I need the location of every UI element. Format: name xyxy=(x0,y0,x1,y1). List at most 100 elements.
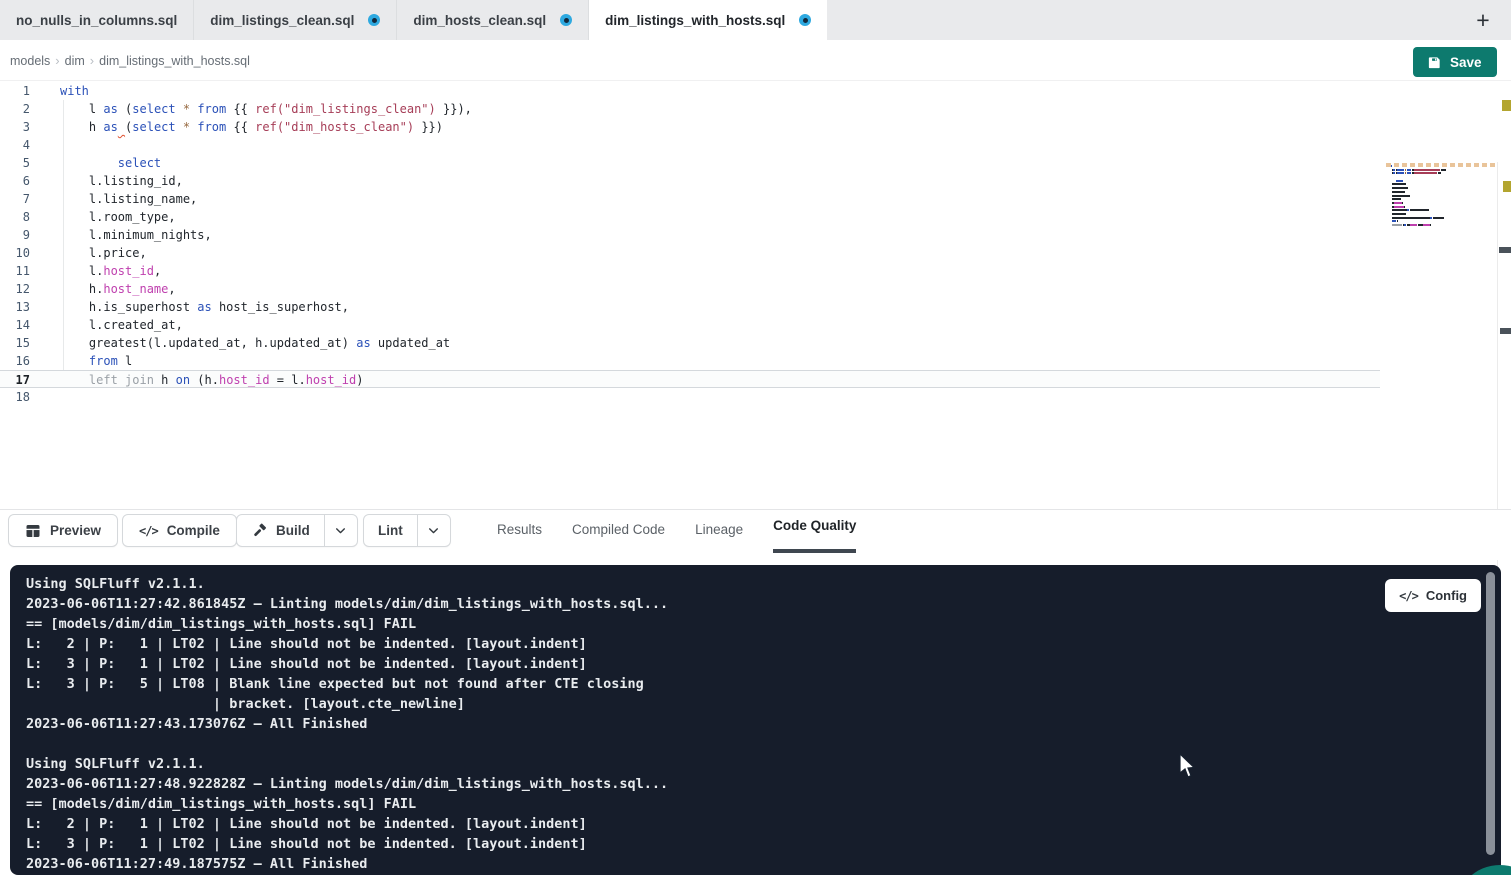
unsaved-changes-dot-icon xyxy=(560,14,572,26)
terminal-line: L: 3 | P: 1 | LT02 | Line should not be … xyxy=(26,654,1501,674)
line-number: 14 xyxy=(0,316,30,334)
chevron-down-icon xyxy=(334,524,347,537)
line-number: 16 xyxy=(0,352,30,370)
build-dropdown-button[interactable] xyxy=(324,515,357,546)
breadcrumb-separator-icon: › xyxy=(90,53,94,68)
panel-tab-results[interactable]: Results xyxy=(497,510,542,553)
chevron-down-icon xyxy=(427,524,440,537)
build-button[interactable]: Build xyxy=(237,515,324,546)
minimap-viewport[interactable] xyxy=(1386,163,1496,167)
code-text: h as (select * from {{ ref("dim_hosts_cl… xyxy=(60,118,443,136)
tab-label: dim_listings_clean.sql xyxy=(210,13,354,28)
editor-tab[interactable]: dim_hosts_clean.sql xyxy=(397,0,589,40)
compile-button[interactable]: </> Compile xyxy=(122,514,237,547)
code-text: l.minimum_nights, xyxy=(60,226,212,244)
action-toolbar: Preview </> Compile Build Lint xyxy=(0,509,1511,560)
code-text: l.room_type, xyxy=(60,208,176,226)
file-header: models›dim›dim_listings_with_hosts.sql S… xyxy=(0,40,1511,81)
code-line: 11 l.host_id, xyxy=(0,262,1380,280)
panel-tab-lineage[interactable]: Lineage xyxy=(695,510,743,553)
code-line: 10 l.price, xyxy=(0,244,1380,262)
panel-tabs: Results Compiled Code Lineage Code Quality xyxy=(497,510,856,553)
lint-warning-marker[interactable] xyxy=(1502,100,1511,111)
code-line: 13 h.is_superhost as host_is_superhost, xyxy=(0,298,1380,316)
terminal-line: 2023-06-06T11:27:49.187575Z — All Finish… xyxy=(26,854,1501,874)
new-tab-button[interactable]: + xyxy=(1469,6,1497,34)
code-text: with xyxy=(60,82,89,100)
table-icon xyxy=(25,523,41,539)
build-button-group: Build xyxy=(236,514,358,547)
tab-label: dim_listings_with_hosts.sql xyxy=(605,13,785,28)
preview-button[interactable]: Preview xyxy=(8,514,118,547)
code-text: select xyxy=(60,154,161,172)
code-text: l.created_at, xyxy=(60,316,183,334)
build-label: Build xyxy=(276,523,310,538)
line-number: 17 xyxy=(0,371,30,387)
unsaved-changes-dot-icon xyxy=(799,14,811,26)
hammer-icon xyxy=(251,523,267,539)
code-line: 6 l.listing_id, xyxy=(0,172,1380,190)
save-button[interactable]: Save xyxy=(1413,47,1497,77)
scroll-position-marker[interactable] xyxy=(1500,328,1511,334)
lint-button-group: Lint xyxy=(363,514,451,547)
code-text: greatest(l.updated_at, h.updated_at) as … xyxy=(60,334,450,352)
breadcrumb-separator-icon: › xyxy=(55,53,59,68)
code-text: h.host_name, xyxy=(60,280,176,298)
panel-tab-code-quality[interactable]: Code Quality xyxy=(773,510,856,553)
code-text: h.is_superhost as host_is_superhost, xyxy=(60,298,349,316)
line-number: 1 xyxy=(0,82,30,100)
line-number: 9 xyxy=(0,226,30,244)
code-line: 15 greatest(l.updated_at, h.updated_at) … xyxy=(0,334,1380,352)
panel-tab-compiled-code[interactable]: Compiled Code xyxy=(572,510,665,553)
code-text: l.listing_id, xyxy=(60,172,183,190)
code-text: l.listing_name, xyxy=(60,190,197,208)
terminal-line: 2023-06-06T11:27:42.861845Z — Linting mo… xyxy=(26,594,1501,614)
line-number: 2 xyxy=(0,100,30,118)
terminal-line: 2023-06-06T11:27:43.173076Z — All Finish… xyxy=(26,714,1501,734)
save-floppy-icon xyxy=(1427,55,1442,70)
code-text: from l xyxy=(60,352,132,370)
tab-label: no_nulls_in_columns.sql xyxy=(16,13,177,28)
terminal-line: 2023-06-06T11:27:48.922828Z — Linting mo… xyxy=(26,774,1501,794)
lint-output-terminal: Using SQLFluff v2.1.1.2023-06-06T11:27:4… xyxy=(10,565,1501,875)
scroll-indicator[interactable] xyxy=(1499,247,1511,253)
editor-tab[interactable]: no_nulls_in_columns.sql xyxy=(0,0,194,40)
terminal-line: | bracket. [layout.cte_newline] xyxy=(26,694,1501,714)
editor-tab[interactable]: dim_listings_clean.sql xyxy=(194,0,397,40)
code-line: 18 xyxy=(0,388,1380,406)
minimap[interactable] xyxy=(1388,165,1464,231)
terminal-scrollbar[interactable] xyxy=(1486,572,1495,855)
code-line: 14 l.created_at, xyxy=(0,316,1380,334)
code-text: left join h on (h.host_id = l.host_id) xyxy=(60,371,364,387)
lint-dropdown-button[interactable] xyxy=(417,515,450,546)
line-number: 12 xyxy=(0,280,30,298)
line-number: 11 xyxy=(0,262,30,280)
line-number: 3 xyxy=(0,118,30,136)
code-line: 16 from l xyxy=(0,352,1380,370)
lint-button[interactable]: Lint xyxy=(364,515,417,546)
lint-label: Lint xyxy=(378,523,403,538)
code-brackets-icon: </> xyxy=(139,524,158,538)
editor-tab-bar: no_nulls_in_columns.sql dim_listings_clea… xyxy=(0,0,1511,40)
breadcrumb-item: models xyxy=(10,54,50,68)
dbt-ide-window: no_nulls_in_columns.sql dim_listings_clea… xyxy=(0,0,1511,875)
editor-tab[interactable]: dim_listings_with_hosts.sql xyxy=(589,0,827,40)
terminal-log: Using SQLFluff v2.1.1.2023-06-06T11:27:4… xyxy=(26,574,1501,874)
line-number: 10 xyxy=(0,244,30,262)
code-text: l.price, xyxy=(60,244,147,262)
sql-code-editor[interactable]: 1with2 l as (select * from {{ ref("dim_l… xyxy=(0,81,1511,509)
compile-label: Compile xyxy=(167,523,220,538)
code-text: l.host_id, xyxy=(60,262,161,280)
tab-label: dim_hosts_clean.sql xyxy=(413,13,546,28)
breadcrumb: models›dim›dim_listings_with_hosts.sql xyxy=(10,40,250,81)
terminal-line: L: 3 | P: 5 | LT08 | Blank line expected… xyxy=(26,674,1501,694)
code-line: 3 h as (select * from {{ ref("dim_hosts_… xyxy=(0,118,1380,136)
terminal-line: Using SQLFluff v2.1.1. xyxy=(26,754,1501,774)
config-button[interactable]: </> Config xyxy=(1385,579,1481,612)
line-number: 15 xyxy=(0,334,30,352)
code-line: 5 select xyxy=(0,154,1380,172)
line-number: 4 xyxy=(0,136,30,154)
line-number: 6 xyxy=(0,172,30,190)
line-number: 13 xyxy=(0,298,30,316)
warning-marker[interactable] xyxy=(1503,181,1511,192)
